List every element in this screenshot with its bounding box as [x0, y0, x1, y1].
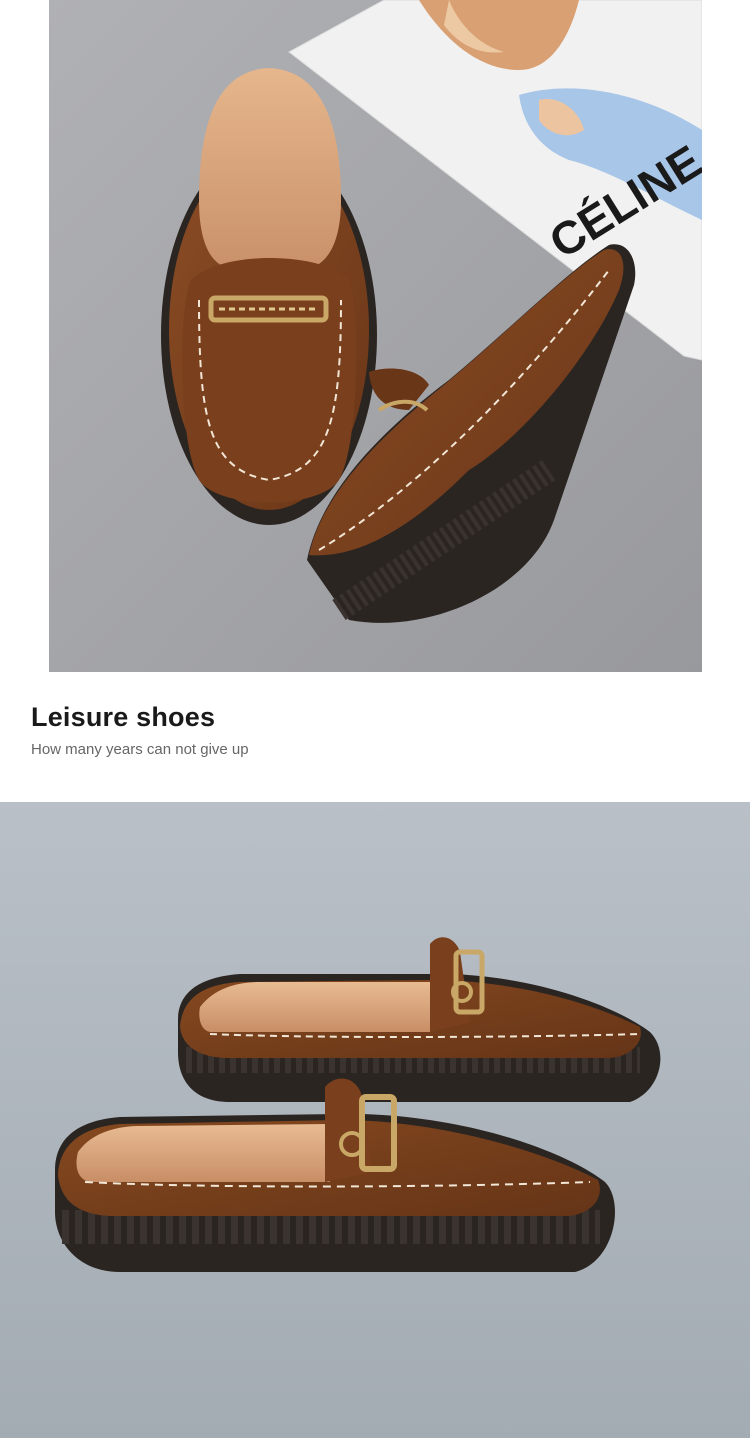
shoe-back-side-view	[178, 937, 661, 1102]
caption-title: Leisure shoes	[31, 702, 216, 732]
shoe-front-side-view	[55, 1078, 615, 1272]
product-photo-top: CÉLINE	[49, 0, 702, 672]
product-photo-bottom	[0, 802, 750, 1438]
caption-block: Leisure shoes How many years can not giv…	[31, 700, 711, 760]
caption-subtitle: How many years can not give up	[31, 741, 249, 758]
